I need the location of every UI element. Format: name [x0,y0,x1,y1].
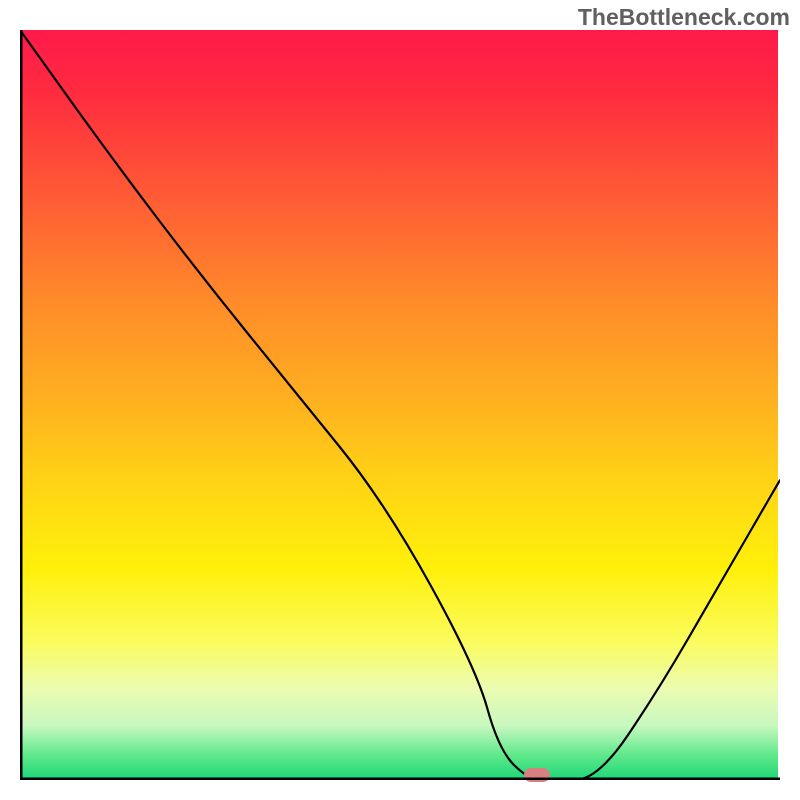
chart-container: TheBottleneck.com [0,0,800,800]
plot-area [20,30,780,780]
axes [20,30,780,780]
watermark-text: TheBottleneck.com [578,4,790,31]
